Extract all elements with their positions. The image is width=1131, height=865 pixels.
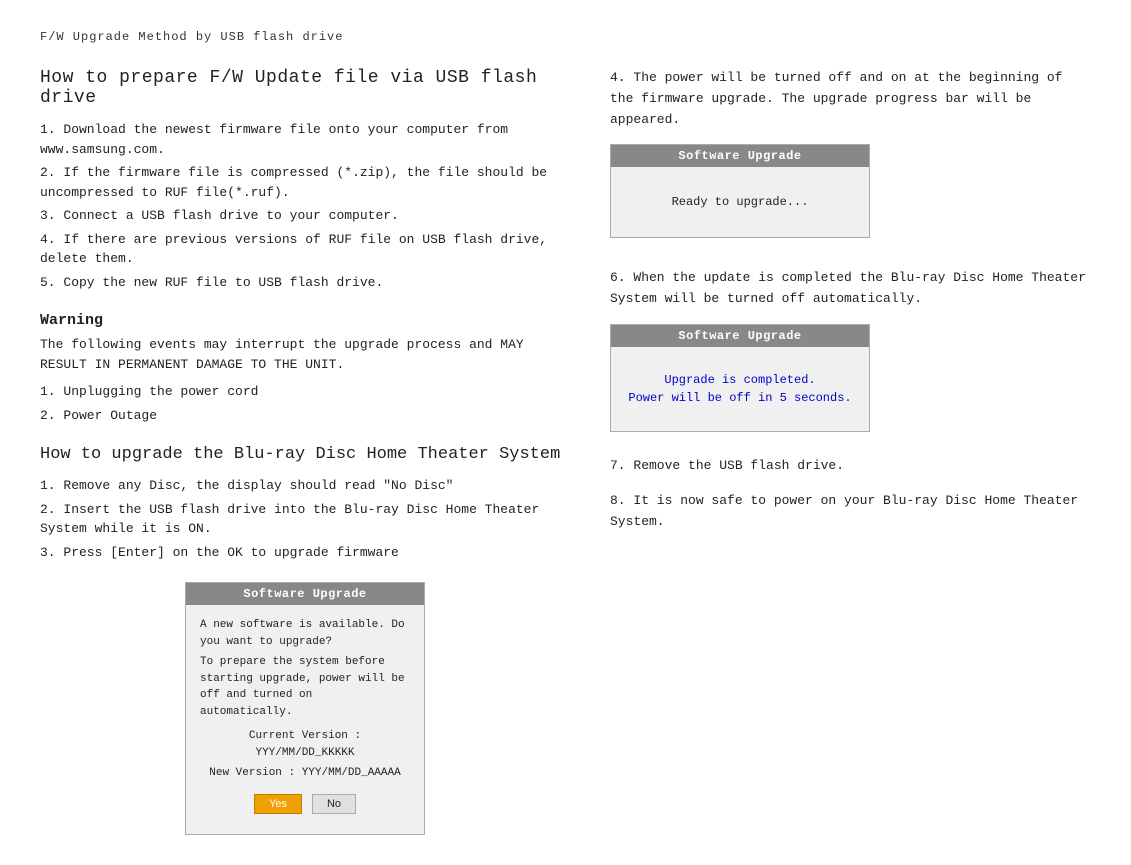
right-section-6: 6. When the update is completed the Blu-… <box>610 268 1091 432</box>
complete-dialog-body: Upgrade is completed. Power will be off … <box>611 347 869 431</box>
upgrade-title: How to upgrade the Blu-ray Disc Home The… <box>40 445 570 464</box>
step6-text: 6. When the update is completed the Blu-… <box>610 268 1091 310</box>
upgrade-dialog-buttons: Yes No <box>200 786 410 822</box>
new-version: New Version : YYY/MM/DD_AAAAA <box>200 765 410 782</box>
page-subtitle: F/W Upgrade Method by USB flash drive <box>40 30 1091 44</box>
upgrade-dialog-line2: To prepare the system before starting up… <box>200 654 410 720</box>
upgrade-dialog: Software Upgrade A new software is avail… <box>185 582 425 835</box>
upgrade-step-3: 3. Press [Enter] on the OK to upgrade fi… <box>40 543 570 563</box>
right-column: 4. The power will be turned off and on a… <box>610 68 1091 835</box>
prepare-step-5: 5. Copy the new RUF file to USB flash dr… <box>40 273 570 293</box>
prepare-step-4: 4. If there are previous versions of RUF… <box>40 230 570 269</box>
prepare-step-1: 1. Download the newest firmware file ont… <box>40 120 570 159</box>
prepare-steps: 1. Download the newest firmware file ont… <box>40 120 570 292</box>
prepare-step-2: 2. If the firmware file is compressed (*… <box>40 163 570 202</box>
upgrade-step-1: 1. Remove any Disc, the display should r… <box>40 476 570 496</box>
step4-text: 4. The power will be turned off and on a… <box>610 68 1091 130</box>
complete-text: Upgrade is completed. Power will be off … <box>628 371 851 407</box>
warning-item-1: 1. Unplugging the power cord <box>40 382 570 402</box>
right-section-4: 4. The power will be turned off and on a… <box>610 68 1091 238</box>
complete-line2: Power will be off in 5 seconds. <box>628 389 851 407</box>
ready-dialog-title: Software Upgrade <box>611 145 869 167</box>
upgrade-section: How to upgrade the Blu-ray Disc Home The… <box>40 445 570 835</box>
upgrade-steps: 1. Remove any Disc, the display should r… <box>40 476 570 562</box>
warning-text: The following events may interrupt the u… <box>40 335 570 374</box>
warning-item-2: 2. Power Outage <box>40 406 570 426</box>
current-version: Current Version : YYY/MM/DD_KKKKK <box>200 728 410 761</box>
upgrade-dialog-line1: A new software is available. Do you want… <box>200 617 410 650</box>
step8-text: 8. It is now safe to power on your Blu-r… <box>610 491 1091 533</box>
warning-section: Warning The following events may interru… <box>40 312 570 425</box>
complete-dialog: Software Upgrade Upgrade is completed. P… <box>610 324 870 432</box>
left-column: How to prepare F/W Update file via USB f… <box>40 68 570 835</box>
prepare-step-3: 3. Connect a USB flash drive to your com… <box>40 206 570 226</box>
upgrade-step-2: 2. Insert the USB flash drive into the B… <box>40 500 570 539</box>
upgrade-dialog-title: Software Upgrade <box>186 583 424 605</box>
yes-button[interactable]: Yes <box>254 794 302 814</box>
no-button[interactable]: No <box>312 794 356 814</box>
ready-dialog: Software Upgrade Ready to upgrade... <box>610 144 870 238</box>
upgrade-dialog-body: A new software is available. Do you want… <box>186 605 424 834</box>
right-section-7-8: 7. Remove the USB flash drive. 8. It is … <box>610 456 1091 532</box>
page-wrapper: F/W Upgrade Method by USB flash drive Ho… <box>40 30 1091 835</box>
step7-text: 7. Remove the USB flash drive. <box>610 456 1091 477</box>
complete-line1: Upgrade is completed. <box>628 371 851 389</box>
warning-items: 1. Unplugging the power cord 2. Power Ou… <box>40 382 570 425</box>
ready-dialog-body: Ready to upgrade... <box>611 167 869 237</box>
prepare-title: How to prepare F/W Update file via USB f… <box>40 68 570 108</box>
ready-text: Ready to upgrade... <box>672 195 809 209</box>
complete-dialog-title: Software Upgrade <box>611 325 869 347</box>
warning-title: Warning <box>40 312 570 329</box>
